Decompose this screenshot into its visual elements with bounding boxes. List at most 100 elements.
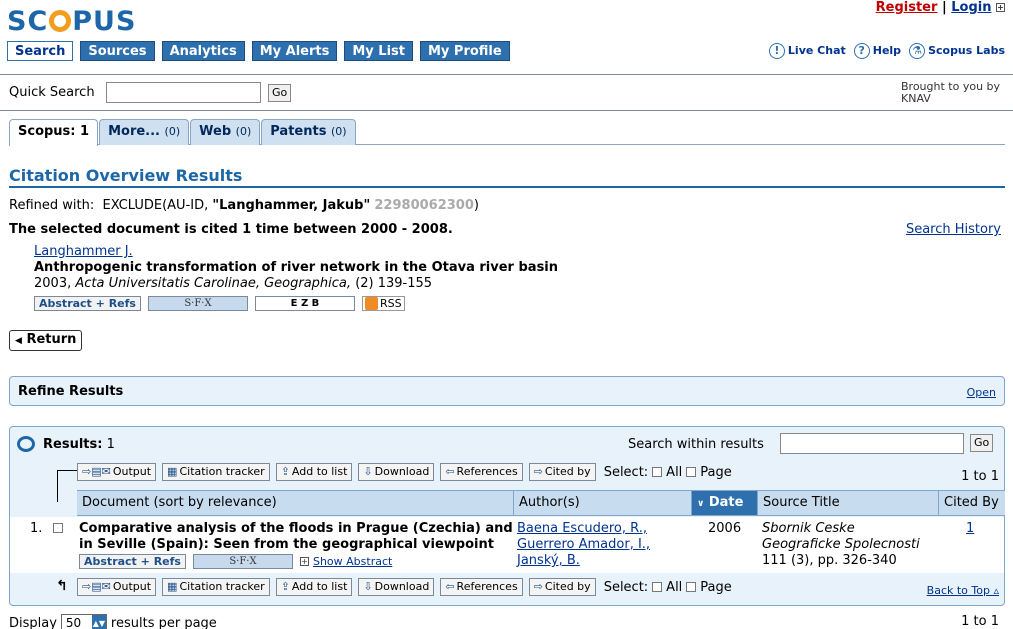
citation-tracker-button[interactable]: ▦ Citation tracker <box>162 463 270 481</box>
output-button[interactable]: ⇨▤✉ Output <box>77 578 157 596</box>
document-author-link[interactable]: Langhammer J. <box>34 244 133 259</box>
nav-sources[interactable]: Sources <box>80 41 155 61</box>
row-authors: Baena Escudero, R., Guerrero Amador, I.,… <box>517 521 650 569</box>
references-button[interactable]: ⇦ References <box>440 578 523 596</box>
back-to-top-link[interactable]: Back to Top ▵ <box>927 584 999 597</box>
nav-search[interactable]: Search <box>7 41 74 61</box>
document-links: Abstract + Refs S·F·X E Z B RSS <box>34 296 405 311</box>
results-refresh-icon <box>17 436 35 452</box>
tab-web[interactable]: Web (0) <box>190 119 261 145</box>
results-toolbar-bottom: ⇨▤✉ Output ▦ Citation tracker ⇪ Add to list… <box>77 578 732 596</box>
refine-open-link[interactable]: Open <box>967 386 996 399</box>
citation-tracker-button[interactable]: ▦ Citation tracker <box>162 578 270 596</box>
quick-search-go-button[interactable]: Go <box>268 84 292 102</box>
results-count: Results: 1 <box>43 437 115 452</box>
rss-icon <box>364 297 378 310</box>
author-link[interactable]: Janský, B. <box>517 553 580 568</box>
refine-title: Refine Results <box>18 384 124 399</box>
expand-login-icon[interactable]: + <box>996 3 1005 12</box>
source-tabs: Scopus: 1 More... (0) Web (0) Patents (0… <box>9 119 357 146</box>
quick-search-label: Quick Search <box>9 85 95 100</box>
col-date[interactable]: ∨ Date <box>691 491 757 515</box>
nav-analytics[interactable]: Analytics <box>161 41 245 61</box>
select-controls: Select: All Page <box>603 579 732 595</box>
display-per-page: Display 50 ▲▼ results per page <box>9 614 217 629</box>
nav-my-profile[interactable]: My Profile <box>419 41 510 61</box>
row-number: 1. <box>30 521 43 536</box>
quick-search-input[interactable] <box>106 82 261 103</box>
tab-scopus[interactable]: Scopus: 1 <box>9 119 99 146</box>
ezb-button[interactable]: E Z B <box>254 296 355 311</box>
cited-by-icon: ⇨ <box>533 465 543 478</box>
tab-more[interactable]: More... (0) <box>99 119 190 145</box>
col-authors[interactable]: Author(s) <box>513 491 691 515</box>
select-page-checkbox[interactable] <box>686 582 697 592</box>
row-sfx-button[interactable]: S·F·X <box>192 554 293 569</box>
row-date: 2006 <box>708 521 742 536</box>
rss-button[interactable]: RSS <box>361 296 405 311</box>
brought-to-you: Brought to you by KNAV <box>901 80 1001 105</box>
results-table-header: Document (sort by relevance) Author(s) ∨… <box>77 490 1005 516</box>
cited-by-button[interactable]: ⇨ Cited by <box>528 578 596 596</box>
add-list-icon: ⇪ <box>280 580 290 593</box>
nav-my-list[interactable]: My List <box>344 41 413 61</box>
per-page-select[interactable]: 50 ▲▼ <box>60 614 107 629</box>
references-button[interactable]: ⇦ References <box>440 463 523 481</box>
add-to-list-button[interactable]: ⇪ Add to list <box>275 578 353 596</box>
col-source-title[interactable]: Source Title <box>757 491 938 515</box>
return-button[interactable]: ◀ Return <box>9 330 83 351</box>
row-abstract-refs-button[interactable]: Abstract + Refs <box>79 554 186 569</box>
col-document[interactable]: Document (sort by relevance) <box>77 491 513 515</box>
results-toolbar-top: ⇨▤✉ Output ▦ Citation tracker ⇪ Add to list… <box>77 463 732 481</box>
scopus-labs-link[interactable]: ⚗ Scopus Labs <box>909 43 1005 59</box>
search-within-go-button[interactable]: Go <box>970 434 994 452</box>
output-button[interactable]: ⇨▤✉ Output <box>77 463 157 481</box>
register-link[interactable]: Register <box>876 0 938 15</box>
sfx-button[interactable]: S·F·X <box>147 296 248 311</box>
output-icon: ⇨▤✉ <box>82 580 111 593</box>
tab-patents[interactable]: Patents (0) <box>261 119 356 145</box>
expand-icon: + <box>299 557 309 566</box>
main-nav: Search Sources Analytics My Alerts My Li… <box>7 41 510 61</box>
account-links: Register | Login + <box>876 0 1005 15</box>
search-within-input[interactable] <box>780 433 964 454</box>
chevron-up-icon: ▵ <box>993 584 999 597</box>
document-source: 2003, Acta Universitatis Carolinae, Geog… <box>34 276 433 291</box>
select-all-checkbox[interactable] <box>652 467 663 477</box>
add-to-list-button[interactable]: ⇪ Add to list <box>275 463 353 481</box>
cited-by-button[interactable]: ⇨ Cited by <box>528 463 596 481</box>
nav-my-alerts[interactable]: My Alerts <box>251 41 338 61</box>
paging-top: 1 to 1 <box>961 469 999 484</box>
select-all-checkbox[interactable] <box>652 582 663 592</box>
cited-summary: The selected document is cited 1 time be… <box>9 222 453 237</box>
spinner-icon: ▲▼ <box>91 615 106 629</box>
row-cited-by-link[interactable]: 1 <box>966 521 974 536</box>
select-arrow-icon <box>53 470 77 506</box>
page-title: Citation Overview Results <box>9 166 243 185</box>
search-history-link[interactable]: Search History <box>906 222 1001 237</box>
row-title[interactable]: Comparative analysis of the floods in Pr… <box>79 521 514 553</box>
author-link[interactable]: Guerrero Amador, I., <box>517 537 650 552</box>
select-up-arrow-icon: ↰ <box>56 578 68 594</box>
download-button[interactable]: ⇩ Download <box>358 463 435 481</box>
right-nav: ! Live Chat ? Help ⚗ Scopus Labs <box>768 43 1005 59</box>
help-link[interactable]: ? Help <box>853 43 901 59</box>
refined-with: Refined with: EXCLUDE(AU-ID, "Langhammer… <box>9 198 479 213</box>
select-page-checkbox[interactable] <box>686 467 697 477</box>
abstract-refs-button[interactable]: Abstract + Refs <box>34 296 141 311</box>
download-icon: ⇩ <box>363 580 373 593</box>
title-underline <box>9 186 1005 188</box>
col-cited-by[interactable]: Cited By <box>938 491 1005 515</box>
divider <box>0 110 1013 111</box>
references-icon: ⇦ <box>445 580 455 593</box>
divider <box>0 74 1013 75</box>
live-chat-link[interactable]: ! Live Chat <box>768 43 846 59</box>
author-link[interactable]: Baena Escudero, R., <box>517 521 647 536</box>
row-checkbox[interactable] <box>53 523 63 533</box>
login-link[interactable]: Login <box>951 0 991 15</box>
show-abstract-toggle[interactable]: + Show Abstract <box>299 555 392 568</box>
row-links: Abstract + Refs S·F·X + Show Abstract <box>79 554 392 569</box>
refine-results-panel: Refine Results Open <box>9 376 1005 406</box>
download-button[interactable]: ⇩ Download <box>358 578 435 596</box>
scopus-logo[interactable]: SC PUS <box>7 6 136 37</box>
